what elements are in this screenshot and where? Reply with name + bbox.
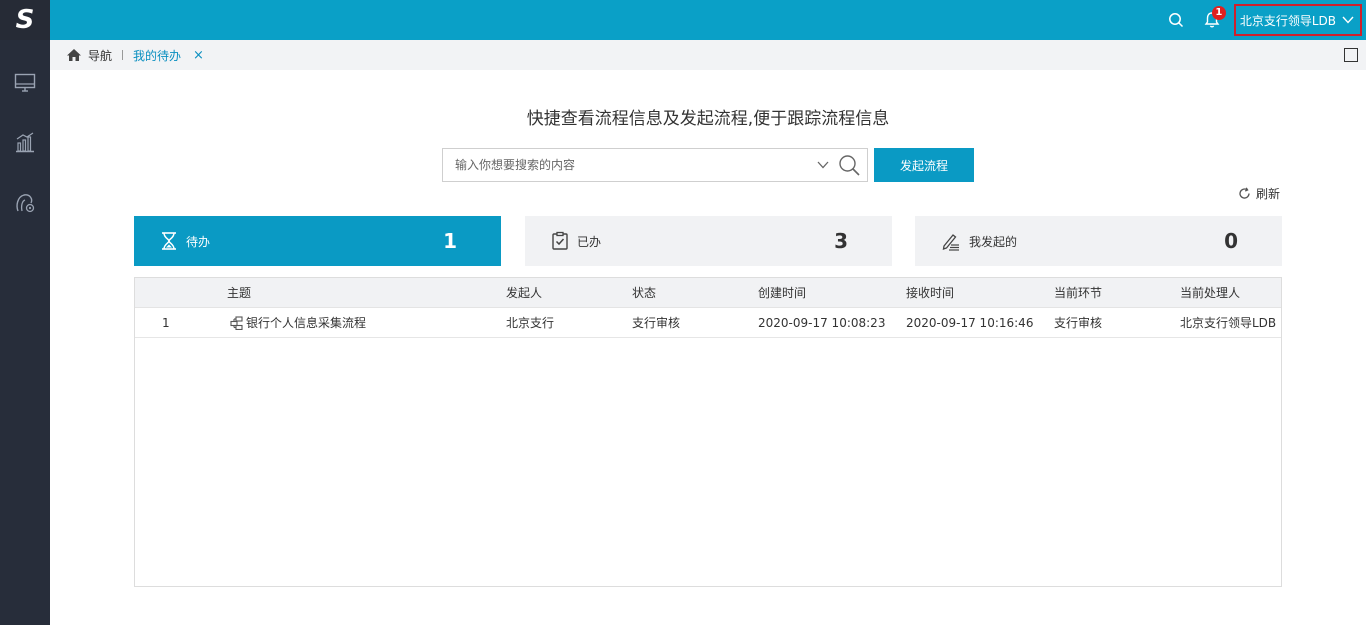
card-todo[interactable]: 待办 1 bbox=[134, 216, 501, 266]
card-done-label: 已办 bbox=[577, 234, 602, 249]
search-icon[interactable] bbox=[1164, 8, 1188, 32]
card-initiated[interactable]: 我发起的 0 bbox=[915, 216, 1282, 266]
user-menu[interactable]: 北京支行领导LDB bbox=[1233, 4, 1362, 36]
refresh-icon bbox=[1239, 187, 1250, 199]
maximize-icon[interactable] bbox=[1344, 48, 1358, 62]
tab-close-icon[interactable]: × bbox=[193, 48, 204, 63]
workflow-icon[interactable] bbox=[13, 191, 37, 215]
monitor-icon[interactable] bbox=[13, 71, 37, 95]
breadcrumb-home-label: 导航 bbox=[88, 48, 113, 63]
header-created[interactable]: 创建时间 bbox=[758, 278, 806, 308]
hourglass-icon bbox=[160, 231, 178, 251]
card-initiated-label: 我发起的 bbox=[969, 234, 1018, 249]
home-icon bbox=[67, 49, 81, 61]
process-flow-icon bbox=[230, 316, 243, 330]
header-initiator[interactable]: 发起人 bbox=[506, 278, 542, 308]
breadcrumb-separator bbox=[122, 50, 124, 60]
notification-bell-icon[interactable]: 1 bbox=[1200, 6, 1226, 32]
card-initiated-count: 0 bbox=[1224, 229, 1238, 253]
row-initiator: 北京支行 bbox=[506, 316, 555, 330]
page-headline: 快捷查看流程信息及发起流程,便于跟踪流程信息 bbox=[526, 109, 890, 129]
search-input[interactable] bbox=[443, 158, 817, 172]
clipboard-check-icon bbox=[551, 231, 569, 251]
tab-my-todo[interactable]: 我的待办 bbox=[133, 47, 181, 64]
dropdown-chevron-icon[interactable] bbox=[817, 161, 829, 169]
refresh-label: 刷新 bbox=[1256, 187, 1281, 201]
top-right-actions: 1 北京支行领导LDB bbox=[1164, 0, 1366, 40]
logo-text: S bbox=[15, 5, 35, 35]
header-topic[interactable]: 主题 bbox=[227, 278, 251, 308]
chevron-down-icon bbox=[1342, 16, 1354, 24]
row-status: 支行审核 bbox=[632, 316, 681, 330]
breadcrumb-home[interactable]: 导航 bbox=[66, 47, 112, 64]
chart-icon[interactable] bbox=[13, 131, 37, 155]
search-field bbox=[442, 148, 868, 182]
header-status[interactable]: 状态 bbox=[632, 278, 656, 308]
sidebar: S bbox=[0, 0, 50, 625]
table-row[interactable]: 1 银行个人信息采集流程 北京支行 支行审核 2020-09-17 10:08:… bbox=[135, 308, 1281, 338]
row-handler: 北京支行领导LDB bbox=[1180, 316, 1277, 330]
row-created: 2020-09-17 10:08:23 bbox=[758, 316, 886, 330]
card-done[interactable]: 已办 3 bbox=[525, 216, 892, 266]
row-index: 1 bbox=[162, 316, 170, 330]
start-process-button[interactable]: 发起流程 bbox=[874, 148, 974, 182]
row-received: 2020-09-17 10:16:46 bbox=[906, 316, 1034, 330]
row-topic[interactable]: 银行个人信息采集流程 bbox=[230, 308, 366, 338]
app-logo[interactable]: S bbox=[0, 0, 50, 40]
header-node[interactable]: 当前环节 bbox=[1054, 278, 1102, 308]
breadcrumb: 导航 我的待办 × bbox=[50, 40, 1366, 70]
card-done-count: 3 bbox=[834, 229, 848, 253]
row-node: 支行审核 bbox=[1054, 316, 1103, 330]
notification-badge: 1 bbox=[1211, 6, 1226, 20]
top-bar: 1 北京支行领导LDB bbox=[0, 0, 1366, 40]
card-todo-count: 1 bbox=[443, 229, 457, 253]
pen-list-icon bbox=[941, 231, 961, 251]
card-todo-label: 待办 bbox=[186, 234, 211, 249]
table-header: 主题 发起人 状态 创建时间 接收时间 当前环节 当前处理人 bbox=[135, 278, 1281, 308]
search-icon[interactable] bbox=[837, 153, 861, 177]
header-received[interactable]: 接收时间 bbox=[906, 278, 954, 308]
refresh-button[interactable]: 刷新 bbox=[1238, 185, 1280, 202]
header-handler[interactable]: 当前处理人 bbox=[1180, 278, 1240, 308]
row-topic-label: 银行个人信息采集流程 bbox=[246, 316, 367, 330]
todo-table: 主题 发起人 状态 创建时间 接收时间 当前环节 当前处理人 1 银行个人信息采… bbox=[134, 277, 1282, 587]
user-name: 北京支行领导LDB bbox=[1239, 13, 1336, 28]
